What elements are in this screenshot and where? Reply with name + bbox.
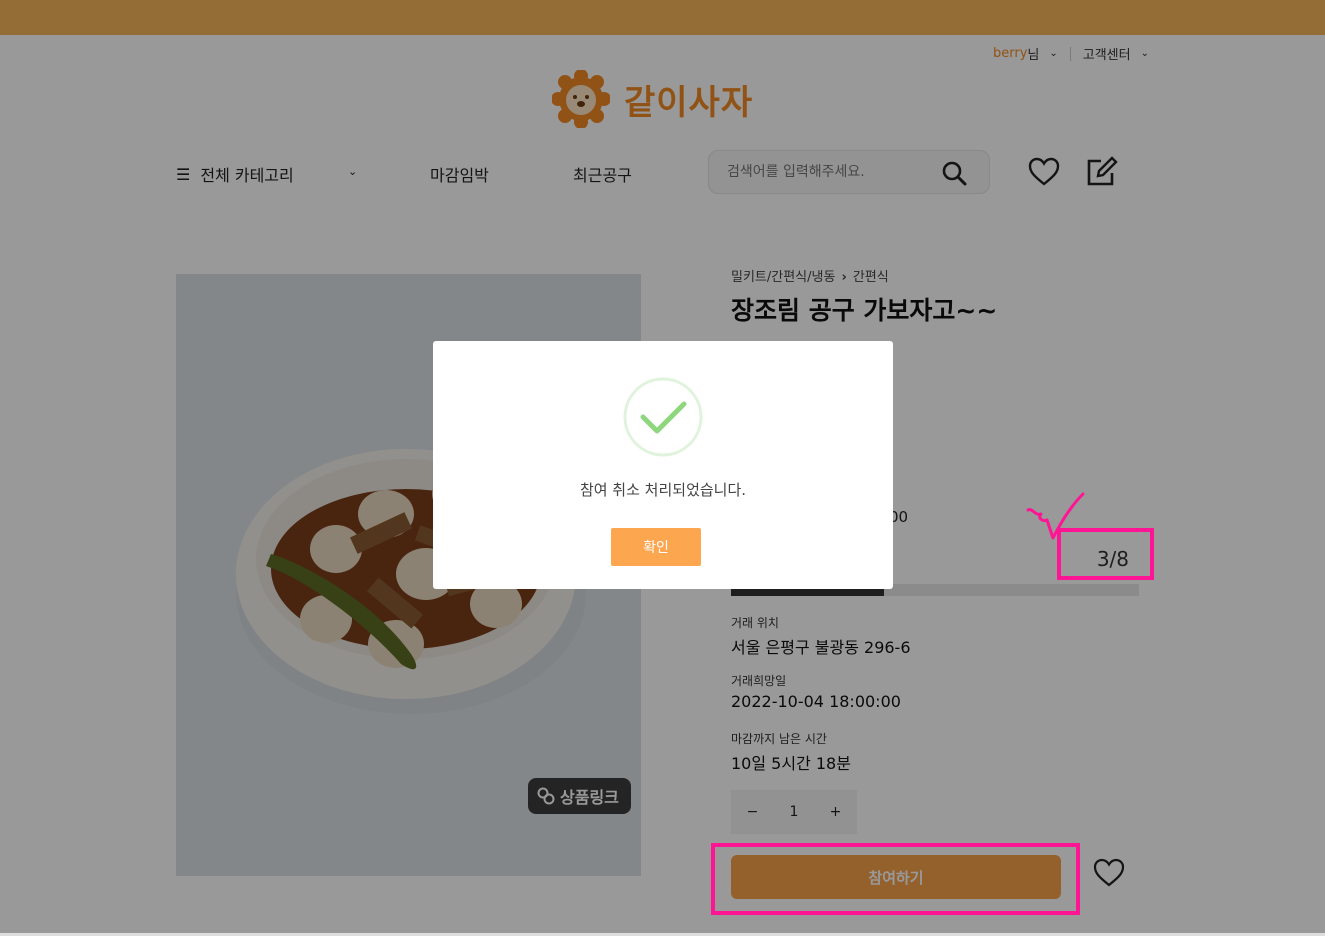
check-circle-icon <box>622 376 704 462</box>
confirm-button[interactable]: 확인 <box>611 528 701 566</box>
confirm-dialog: 참여 취소 처리되었습니다. 확인 <box>433 341 893 589</box>
dialog-message: 참여 취소 처리되었습니다. <box>579 481 747 499</box>
annotation-box-join <box>711 843 1080 915</box>
annotation-check-icon <box>1026 492 1085 540</box>
